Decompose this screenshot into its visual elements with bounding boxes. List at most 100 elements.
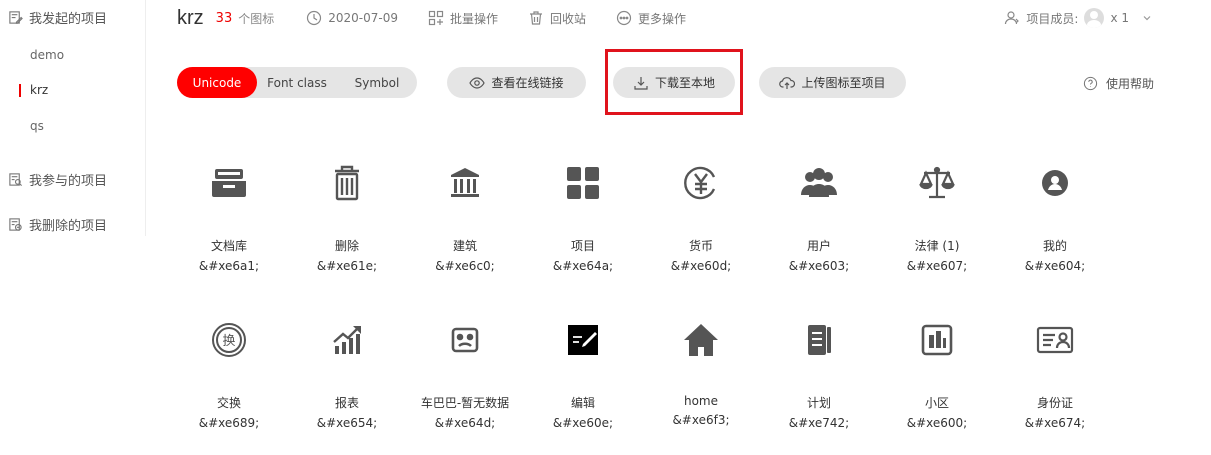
icon-name: 计划	[806, 396, 831, 410]
grid-icon	[567, 167, 599, 199]
avatar[interactable]	[1084, 8, 1105, 28]
date-info: 2020-07-09	[306, 10, 398, 26]
icon-name: 车巴巴-暂无数据	[420, 396, 510, 410]
exchange-icon: 换	[212, 323, 246, 357]
icon-card[interactable]: 法律 (1) &#xe607;	[878, 163, 996, 273]
icon-code: &#xe654;	[316, 416, 378, 430]
more-icon	[616, 10, 632, 26]
view-online-link-button[interactable]: 查看在线链接	[447, 67, 586, 98]
edit-doc-icon	[9, 11, 23, 24]
batch-button[interactable]: 批量操作	[428, 10, 498, 27]
sidebar-section-label: 我删除的项目	[29, 219, 108, 234]
sidebar-section-deleted[interactable]: 我删除的项目	[8, 215, 107, 234]
chart-icon	[333, 326, 361, 354]
date-text: 2020-07-09	[328, 11, 398, 25]
icon-code: &#xe604;	[1024, 259, 1086, 273]
question-icon	[1083, 76, 1098, 91]
icon-name: 文档库	[210, 239, 247, 253]
icon-code: &#xe607;	[906, 259, 968, 273]
help-label: 使用帮助	[1106, 77, 1155, 91]
icon-count: 33	[215, 10, 233, 26]
recycle-label: 回收站	[550, 11, 587, 26]
icon-card[interactable]: 建筑 &#xe6c0;	[406, 163, 524, 273]
sidebar: 我发起的项目 demo krz qs 我参与的项目 我删除的项目	[0, 0, 146, 236]
icon-name: 身份证	[1036, 396, 1073, 410]
icon-name: home	[683, 394, 719, 408]
batch-label: 批量操作	[449, 11, 498, 26]
sidebar-section-joined[interactable]: 我参与的项目	[8, 170, 107, 189]
icon-name: 报表	[334, 396, 359, 410]
project-members[interactable]: 项目成员: x 1	[1004, 8, 1153, 28]
icon-card[interactable]: 删除 &#xe61e;	[288, 163, 406, 273]
icon-code: &#xe60e;	[552, 416, 614, 430]
icon-name: 我的	[1042, 239, 1067, 253]
notebook-icon	[808, 325, 831, 355]
icon-code: &#xe674;	[1024, 416, 1086, 430]
sidebar-item-krz[interactable]: krz	[18, 83, 48, 97]
upload-button[interactable]: 上传图标至项目	[759, 67, 906, 98]
home-icon	[684, 324, 718, 356]
clock-icon	[307, 10, 322, 26]
icon-code: &#xe60d;	[670, 259, 732, 273]
users-icon	[801, 168, 837, 197]
svg-text:换: 换	[222, 334, 235, 349]
icon-code: &#xe6c0;	[435, 259, 495, 273]
icon-code: &#xe61e;	[316, 259, 378, 273]
sidebar-section-initiated[interactable]: 我发起的项目	[8, 8, 107, 27]
help-link[interactable]: 使用帮助	[1083, 75, 1154, 92]
tab-symbol[interactable]: Symbol	[337, 67, 417, 98]
recycle-button[interactable]: 回收站	[528, 10, 586, 27]
tab-unicode[interactable]: Unicode	[177, 67, 257, 98]
icon-name: 删除	[334, 239, 359, 253]
highlight-frame	[605, 49, 743, 115]
building-icon	[451, 168, 479, 197]
sidebar-item-qs[interactable]: qs	[30, 119, 44, 133]
upload-label: 上传图标至项目	[801, 76, 886, 90]
sidebar-item-demo[interactable]: demo	[30, 48, 64, 62]
scales-icon	[919, 166, 955, 199]
members-label: 项目成员:	[1026, 11, 1079, 26]
view-link-label: 查看在线链接	[491, 76, 564, 90]
sidebar-section-label: 我发起的项目	[29, 12, 108, 27]
batch-icon	[428, 10, 444, 26]
trash-icon	[530, 11, 542, 25]
icon-card[interactable]: 车巴巴-暂无数据 &#xe64d;	[406, 320, 524, 430]
cloud-upload-icon	[779, 76, 796, 89]
icon-card[interactable]: 我的 &#xe604;	[996, 163, 1114, 273]
community-icon	[921, 324, 953, 356]
yen-icon	[684, 166, 716, 200]
page-title: krz	[177, 6, 204, 29]
user-circle-icon	[1042, 170, 1068, 196]
member-icon	[1005, 11, 1020, 25]
icon-code: &#xe742;	[788, 416, 850, 430]
icon-card[interactable]: 计划 &#xe742;	[760, 320, 878, 430]
icon-card[interactable]: 项目 &#xe64a;	[524, 163, 642, 273]
icon-count-unit: 个图标	[238, 11, 275, 26]
icon-card[interactable]: 报表 &#xe654;	[288, 320, 406, 430]
search-doc-icon	[9, 173, 22, 186]
sad-face-icon	[451, 327, 479, 353]
icon-card[interactable]: 用户 &#xe603;	[760, 163, 878, 273]
icon-card[interactable]: 换 交换 &#xe689;	[170, 320, 288, 430]
icon-code: &#xe64a;	[552, 259, 614, 273]
more-button[interactable]: 更多操作	[616, 10, 686, 27]
icon-card[interactable]: 编辑 &#xe60e;	[524, 320, 642, 430]
icon-card[interactable]: 货币 &#xe60d;	[642, 163, 760, 273]
icon-card[interactable]: 身份证 &#xe674;	[996, 320, 1114, 430]
icon-code: &#xe689;	[198, 416, 260, 430]
icon-card[interactable]: 文档库 &#xe6a1;	[170, 163, 288, 273]
icon-name: 编辑	[570, 396, 595, 410]
eye-icon	[469, 76, 486, 89]
icon-code: &#xe600;	[906, 416, 968, 430]
icon-name: 用户	[806, 239, 831, 253]
icon-code: &#xe6f3;	[672, 413, 730, 427]
chevron-down-icon[interactable]	[1141, 12, 1153, 24]
members-count: x 1	[1110, 11, 1129, 25]
trash-icon	[335, 165, 359, 201]
icon-name: 小区	[924, 396, 949, 410]
tab-font-class[interactable]: Font class	[257, 67, 337, 98]
icon-card[interactable]: home &#xe6f3;	[642, 320, 760, 427]
icon-card[interactable]: 小区 &#xe600;	[878, 320, 996, 430]
icon-name: 项目	[570, 239, 595, 253]
icon-name: 法律 (1)	[914, 239, 960, 253]
